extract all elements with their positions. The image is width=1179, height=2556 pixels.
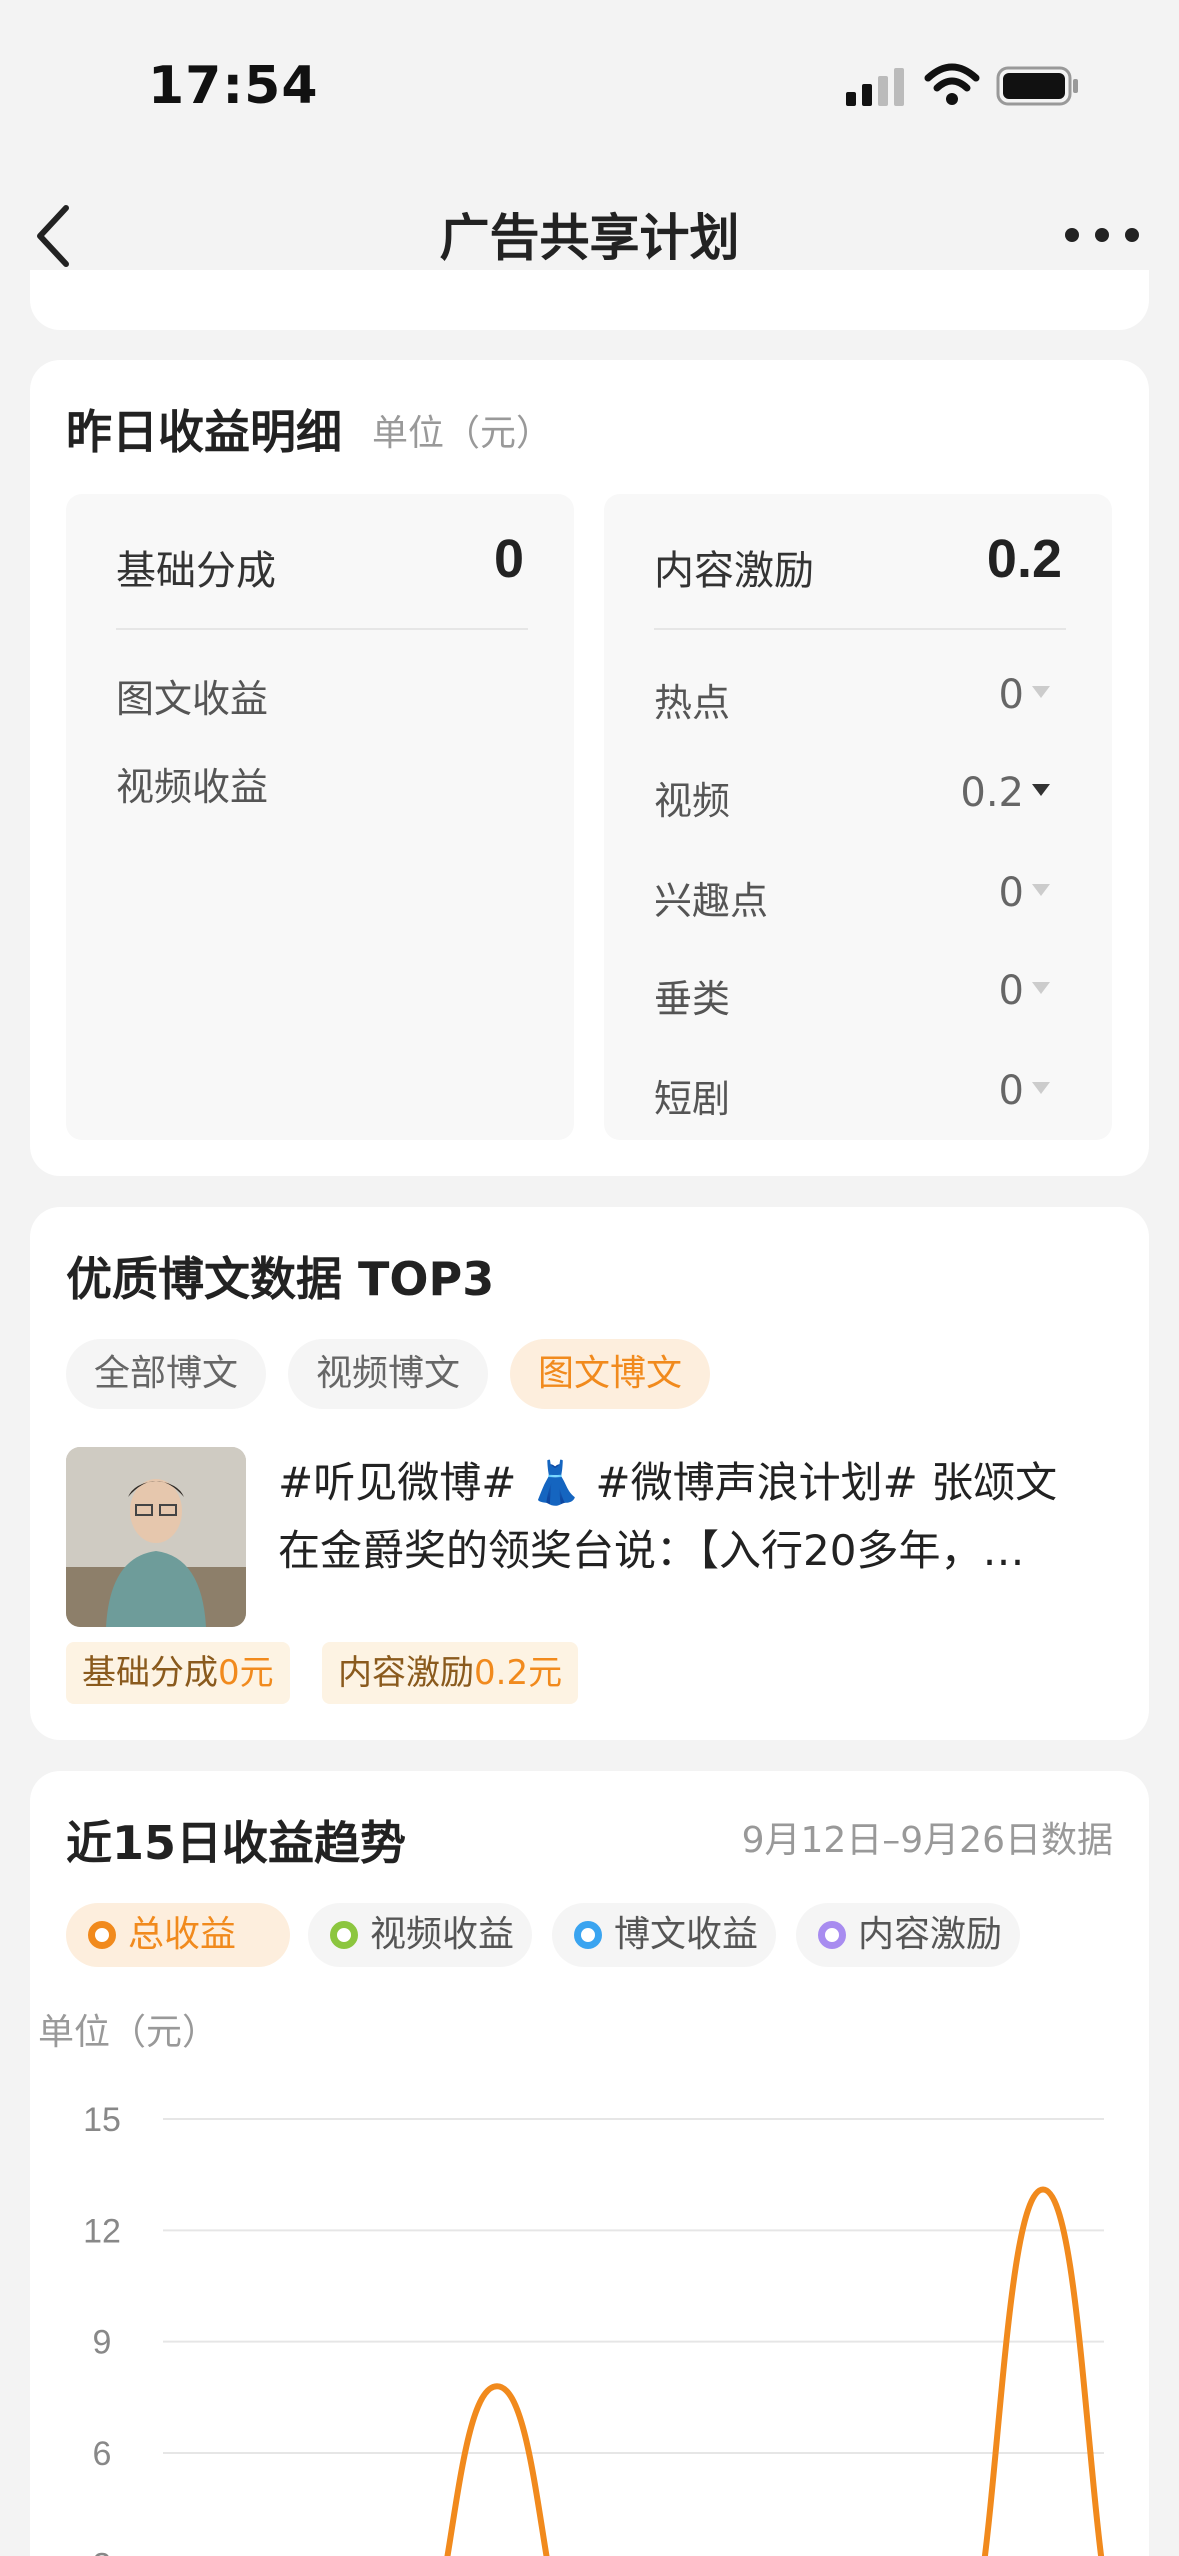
top-posts-card: 优质博文数据 TOP3 全部博文 视频博文 图文博文 #听见微博# 👗 #微博声…	[30, 1207, 1149, 1740]
y-tick-label: 15	[83, 2101, 121, 2139]
tab-image-text-posts[interactable]: 图文博文	[510, 1339, 710, 1409]
expand-arrow-icon[interactable]	[1032, 884, 1050, 896]
status-bar: 17:54	[0, 0, 1179, 160]
previous-card-stub	[30, 270, 1149, 330]
video-value: 0.2	[960, 770, 1024, 816]
earnings-title: 昨日收益明细	[66, 405, 342, 459]
earnings-card: 昨日收益明细 单位（元） 基础分成 0 图文收益 视频收益 内容激励 0.2 热…	[30, 360, 1149, 1176]
hot-label: 热点	[654, 681, 731, 725]
tag-base-value: 0元	[218, 1653, 274, 1693]
short-drama-value: 0	[998, 1068, 1024, 1114]
y-tick-label: 9	[93, 2324, 112, 2362]
earnings-unit: 单位（元）	[372, 413, 553, 454]
expand-arrow-icon[interactable]	[1032, 982, 1050, 994]
post-thumbnail[interactable]	[66, 1447, 246, 1627]
expand-arrow-icon[interactable]	[1032, 686, 1050, 698]
y-tick-label: 12	[83, 2212, 121, 2250]
short-drama-label: 短剧	[654, 1077, 731, 1121]
base-share-box: 基础分成 0 图文收益 视频收益	[66, 494, 574, 1140]
content-incentive-label: 内容激励	[654, 548, 814, 594]
expand-arrow-icon[interactable]	[1032, 784, 1050, 796]
y-tick-label: 3	[93, 2546, 112, 2556]
divider	[116, 628, 528, 630]
tag-content-incentive: 内容激励0.2元	[322, 1642, 579, 1704]
base-share-value: 0	[493, 529, 524, 589]
post-text-line2[interactable]: 在金爵奖的领奖台说：【入行20多年，…	[278, 1517, 1108, 1585]
tag-base-share: 基础分成0元	[66, 1642, 290, 1704]
post-text-line1[interactable]: #听见微博# 👗 #微博声浪计划# 张颂文	[278, 1449, 1108, 1517]
hot-value: 0	[998, 672, 1024, 718]
series-line-total-income	[444, 2186, 1105, 2556]
vertical-value: 0	[998, 968, 1024, 1014]
base-share-label: 基础分成	[116, 548, 276, 594]
status-time: 17:54	[148, 56, 319, 116]
vertical-label: 垂类	[654, 977, 731, 1021]
interest-point-value: 0	[998, 870, 1024, 916]
content-incentive-value: 0.2	[986, 529, 1062, 589]
page-title: 广告共享计划	[439, 209, 740, 267]
tag-content-label: 内容激励	[338, 1653, 474, 1693]
trend-card: 近15日收益趋势 9月12日–9月26日数据 总收益 视频收益 博文收益 内容激…	[30, 1771, 1149, 2556]
trend-chart: 15 12 9 6 3	[83, 2101, 1105, 2556]
interest-point-label: 兴趣点	[654, 879, 769, 923]
content-incentive-box: 内容激励 0.2 热点 0 视频 0.2 兴趣点 0 垂类 0 短剧 0	[604, 494, 1112, 1140]
signal-icon	[846, 68, 904, 106]
y-tick-label: 6	[93, 2435, 112, 2473]
tag-content-value: 0.2元	[474, 1653, 563, 1693]
tab-video-posts[interactable]: 视频博文	[288, 1339, 488, 1409]
video-income-label: 视频收益	[116, 765, 269, 809]
tab-all-posts[interactable]: 全部博文	[66, 1339, 266, 1409]
expand-arrow-icon[interactable]	[1032, 1082, 1050, 1094]
person-photo-icon	[66, 1447, 246, 1627]
wifi-icon	[924, 63, 980, 105]
top-posts-title: 优质博文数据 TOP3	[66, 1252, 495, 1306]
battery-icon	[996, 66, 1078, 106]
tag-base-label: 基础分成	[82, 1653, 218, 1693]
divider	[654, 628, 1066, 630]
more-icon[interactable]	[1064, 220, 1140, 250]
video-label: 视频	[654, 779, 731, 823]
image-text-income-label: 图文收益	[116, 677, 269, 721]
